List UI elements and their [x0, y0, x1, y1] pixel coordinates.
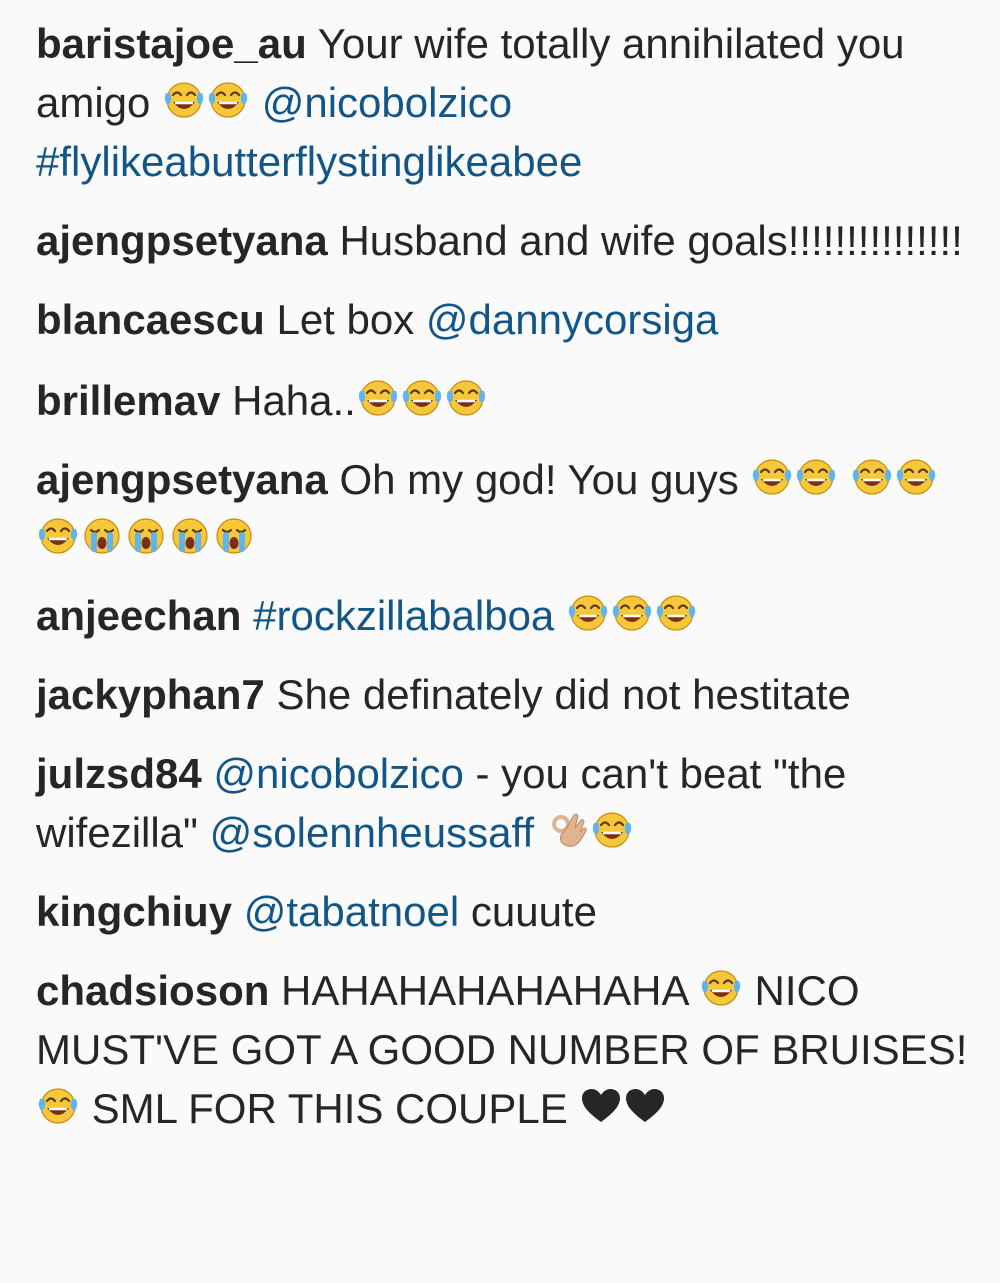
comment-text [232, 888, 244, 935]
comment-username-link[interactable]: jackyphan7 [36, 671, 265, 718]
comment-username-link[interactable]: chadsioson [36, 967, 269, 1014]
comment-text [250, 79, 262, 126]
comment-item: baristajoe_au Your wife totally annihila… [36, 14, 970, 191]
laugh-cry-emoji-icon [654, 592, 698, 636]
comment-item: blancaescu Let box @dannycorsiga [36, 290, 970, 349]
mention-link[interactable]: @solennheussaff [210, 809, 534, 856]
comment-text: Haha.. [220, 377, 356, 424]
mention-link[interactable]: @nicobolzico [262, 79, 512, 126]
comment-text: Oh my god! You guys [327, 456, 751, 503]
comment-text [838, 456, 850, 503]
laugh-cry-emoji-icon [206, 79, 250, 123]
comment-text: She definately did not hestitate [264, 671, 851, 718]
laugh-cry-emoji-icon [356, 377, 400, 421]
laugh-cry-emoji-icon [894, 456, 938, 500]
comment-item: ajengpsetyana Oh my god! You guys [36, 450, 970, 568]
comment-item: julzsd84 @nicobolzico - you can't beat "… [36, 744, 970, 862]
laugh-cry-emoji-icon [444, 377, 488, 421]
comment-list: baristajoe_au Your wife totally annihila… [0, 0, 1000, 1138]
comment-text: HAHAHAHAHAHAHA [269, 967, 699, 1014]
mention-link[interactable]: @nicobolzico [213, 750, 463, 797]
comment-item: brillemav Haha.. [36, 371, 970, 430]
comment-text: cuuute [459, 888, 597, 935]
comment-item: anjeechan #rockzillabalboa [36, 586, 970, 645]
laugh-cry-emoji-icon [750, 456, 794, 500]
comment-text: SML FOR THIS COUPLE [80, 1085, 580, 1132]
laugh-cry-emoji-icon [590, 809, 634, 853]
comment-text [534, 809, 546, 856]
comment-item: kingchiuy @tabatnoel cuuute [36, 882, 970, 941]
laugh-cry-emoji-icon [400, 377, 444, 421]
heart-emoji-icon [623, 1085, 667, 1129]
loud-cry-emoji-icon [168, 515, 212, 559]
comment-text [202, 750, 214, 797]
comment-item: chadsioson HAHAHAHAHAHAHA NICO MUST'VE G… [36, 961, 970, 1138]
comment-username-link[interactable]: anjeechan [36, 592, 241, 639]
laugh-cry-emoji-icon [566, 592, 610, 636]
comment-username-link[interactable]: blancaescu [36, 296, 265, 343]
comment-username-link[interactable]: kingchiuy [36, 888, 232, 935]
laugh-cry-emoji-icon [794, 456, 838, 500]
mention-link[interactable]: @tabatnoel [244, 888, 459, 935]
comment-text [554, 592, 566, 639]
comment-text [241, 592, 253, 639]
loud-cry-emoji-icon [212, 515, 256, 559]
comment-username-link[interactable]: julzsd84 [36, 750, 202, 797]
comment-text: Let box [264, 296, 426, 343]
laugh-cry-emoji-icon [699, 967, 743, 1011]
hashtag-link[interactable]: #flylikeabutterflystinglikeabee [36, 138, 582, 185]
laugh-cry-emoji-icon [162, 79, 206, 123]
comment-item: ajengpsetyana Husband and wife goals!!!!… [36, 211, 970, 270]
hashtag-link[interactable]: #rockzillabalboa [253, 592, 554, 639]
comment-username-link[interactable]: ajengpsetyana [36, 217, 328, 264]
comment-text: Husband and wife goals!!!!!!!!!!!!!!! [327, 217, 963, 264]
mention-link[interactable]: @dannycorsiga [426, 296, 718, 343]
comment-username-link[interactable]: brillemav [36, 377, 220, 424]
loud-cry-emoji-icon [80, 515, 124, 559]
loud-cry-emoji-icon [124, 515, 168, 559]
laugh-cry-emoji-icon [610, 592, 654, 636]
ok-hand-emoji-icon [546, 809, 590, 853]
comment-username-link[interactable]: ajengpsetyana [36, 456, 328, 503]
laugh-cry-emoji-icon [36, 1085, 80, 1129]
laugh-cry-emoji-icon [36, 515, 80, 559]
heart-emoji-icon [579, 1085, 623, 1129]
laugh-cry-emoji-icon [850, 456, 894, 500]
comment-username-link[interactable]: baristajoe_au [36, 20, 307, 67]
comment-item: jackyphan7 She definately did not hestit… [36, 665, 970, 724]
